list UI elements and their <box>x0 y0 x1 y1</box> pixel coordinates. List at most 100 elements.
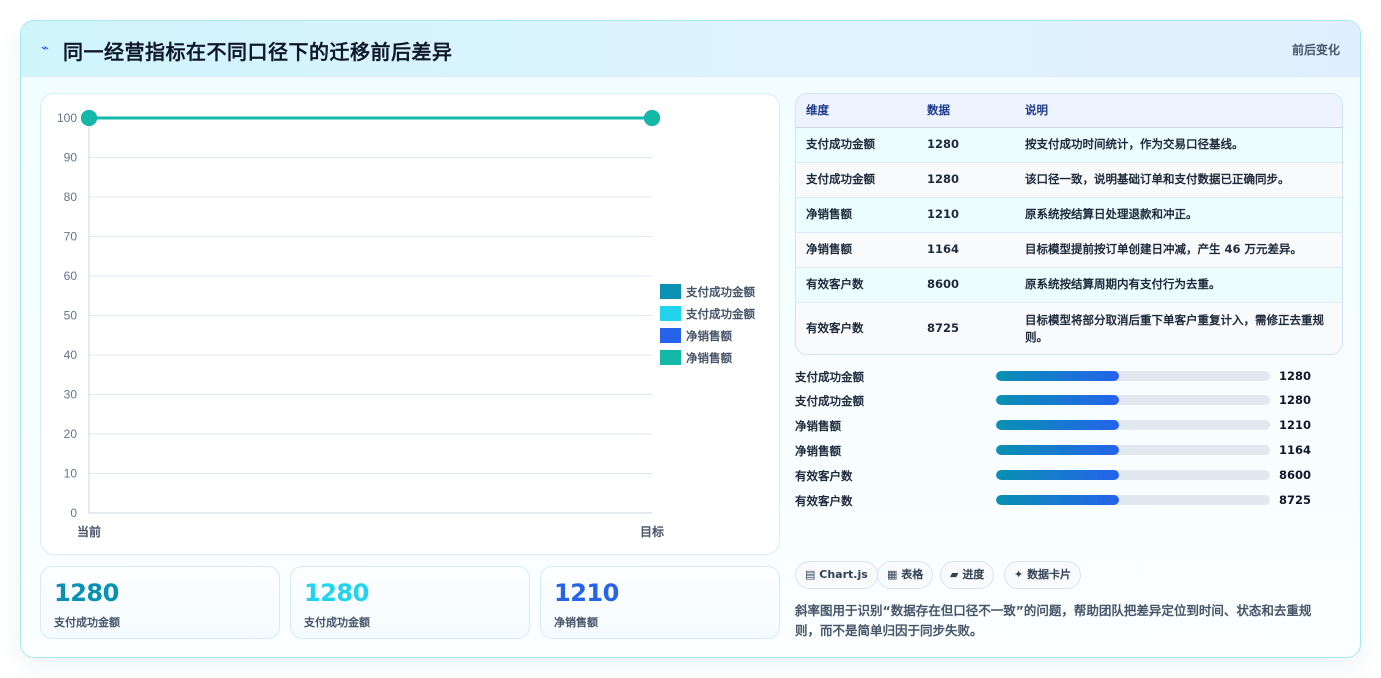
y-tick-label: 30 <box>64 388 78 402</box>
page-title: 同一经营指标在不同口径下的迁移前后差异 <box>63 40 453 64</box>
table-row: 净销售额 1164 目标模型提前按订单创建日冲减，产生 46 万元差异。 <box>796 231 1342 267</box>
tag-progress[interactable]: ▰ 进度 <box>940 561 995 589</box>
cell-value: 8725 <box>927 301 1025 354</box>
tag-label: 数据卡片 <box>1027 568 1072 581</box>
cell-dimension: 净销售额 <box>796 196 927 232</box>
cell-dimension: 有效客户数 <box>796 301 927 354</box>
slope-chart: 0 10 20 30 40 50 60 70 80 90 100 当前 目标 支付成功金额 支付成功金额 净销… <box>40 93 780 555</box>
progress-track <box>996 371 1270 381</box>
kpi-card: 1280 支付成功金额 <box>40 566 280 639</box>
progress-fill <box>996 495 1120 505</box>
progress-value: 1164 <box>1279 443 1312 457</box>
progress-row: 净销售额 1164 <box>795 441 1345 461</box>
x-tick-label: 当前 <box>77 524 101 539</box>
progress-fill <box>996 395 1120 405</box>
data-table: 维度 数据 说明 支付成功金额 1280 按支付成功时间统计，作为交易口径基线。… <box>795 93 1343 355</box>
y-tick-label: 10 <box>64 467 78 481</box>
cell-description: 原系统按结算日处理退款和冲正。 <box>1025 196 1342 232</box>
progress-fill <box>996 371 1120 381</box>
progress-value: 1210 <box>1279 418 1312 432</box>
progress-track <box>996 445 1270 455</box>
y-tick-label: 60 <box>64 269 78 283</box>
kpi-label: 支付成功金额 <box>54 616 120 629</box>
tag-label: 进度 <box>962 568 985 581</box>
kpi-card: 1280 支付成功金额 <box>290 566 530 639</box>
progress-track <box>996 395 1270 405</box>
x-tick-label: 目标 <box>640 524 664 539</box>
tag-data-card[interactable]: ✦ 数据卡片 <box>1004 561 1082 589</box>
legend-label: 支付成功金额 <box>685 285 755 299</box>
series-point <box>644 110 660 126</box>
progress-fill <box>996 470 1120 480</box>
cell-value: 1280 <box>927 126 1025 162</box>
progress-track <box>996 420 1270 430</box>
cell-description: 目标模型提前按订单创建日冲减，产生 46 万元差异。 <box>1025 231 1342 267</box>
y-tick-label: 40 <box>64 348 78 362</box>
progress-label: 支付成功金额 <box>795 394 864 408</box>
kpi-value: 1280 <box>304 579 369 607</box>
cell-dimension: 有效客户数 <box>796 266 927 302</box>
progress-track <box>996 495 1270 505</box>
cell-description: 目标模型将部分取消后重下单客户重复计入，需修正去重规则。 <box>1025 301 1342 354</box>
legend-label: 支付成功金额 <box>685 307 755 321</box>
progress-label: 净销售额 <box>795 444 841 458</box>
cell-value: 1280 <box>927 161 1025 197</box>
progress-icon: ▰ <box>950 568 959 581</box>
cell-value: 8600 <box>927 266 1025 302</box>
kpi-value: 1210 <box>554 579 619 607</box>
progress-value: 1280 <box>1279 369 1312 383</box>
legend-swatch <box>660 350 681 365</box>
kpi-label: 支付成功金额 <box>304 616 370 629</box>
progress-value: 1280 <box>1279 393 1312 407</box>
progress-label: 支付成功金额 <box>795 370 864 384</box>
legend-label: 净销售额 <box>686 329 732 343</box>
legend-swatch <box>660 328 681 343</box>
table-row: 有效客户数 8600 原系统按结算周期内有支付行为去重。 <box>796 266 1342 302</box>
column-header-dimension[interactable]: 维度 <box>796 94 927 128</box>
table-icon: ▦ <box>887 568 898 581</box>
progress-row: 有效客户数 8725 <box>795 491 1345 511</box>
progress-label: 有效客户数 <box>795 469 853 483</box>
slope-chart-svg: 0 10 20 30 40 50 60 70 80 90 100 当前 目标 支付成功金额支付成功金额净销… <box>57 110 755 539</box>
progress-label: 净销售额 <box>795 419 841 433</box>
y-tick-label: 50 <box>64 309 78 323</box>
table-header-row: 维度 数据 说明 <box>796 94 1342 128</box>
progress-fill <box>996 445 1120 455</box>
cell-description: 该口径一致，说明基础订单和支付数据已正确同步。 <box>1025 161 1342 197</box>
table-row: 支付成功金额 1280 该口径一致，说明基础订单和支付数据已正确同步。 <box>796 161 1342 197</box>
sparkle-icon: ✦ <box>1014 568 1024 581</box>
progress-label: 有效客户数 <box>795 494 853 508</box>
chart-note: 斜率图用于识别“数据存在但口径不一致”的问题，帮助团队把差异定位到时间、状态和去… <box>795 603 1312 638</box>
legend-label: 净销售额 <box>686 351 732 365</box>
pulse-icon: ⌁ <box>41 41 49 56</box>
table-row: 支付成功金额 1280 按支付成功时间统计，作为交易口径基线。 <box>796 126 1342 162</box>
column-header-description[interactable]: 说明 <box>1025 94 1342 128</box>
card-header: ⌁ 同一经营指标在不同口径下的迁移前后差异 前后变化 <box>21 21 1360 77</box>
y-tick-label: 100 <box>57 111 77 125</box>
legend-swatch <box>660 306 681 321</box>
tag-table[interactable]: ▦ 表格 <box>877 561 934 589</box>
metric-comparison-card: ⌁ 同一经营指标在不同口径下的迁移前后差异 前后变化 0 10 20 30 40 50 60… <box>20 20 1361 658</box>
chart-icon: ▤ <box>805 568 816 581</box>
cell-dimension: 支付成功金额 <box>796 161 927 197</box>
column-header-value[interactable]: 数据 <box>927 94 1025 128</box>
progress-value: 8725 <box>1279 493 1312 507</box>
cell-value: 1164 <box>927 231 1025 267</box>
y-tick-label: 80 <box>64 190 78 204</box>
progress-row: 净销售额 1210 <box>795 416 1345 436</box>
header-badge: 前后变化 <box>1291 43 1340 57</box>
tag-chartjs[interactable]: ▤ Chart.js <box>795 561 878 589</box>
cell-value: 1210 <box>927 196 1025 232</box>
progress-row: 有效客户数 8600 <box>795 466 1345 486</box>
y-tick-label: 70 <box>64 230 78 244</box>
progress-row: 支付成功金额 1280 <box>795 391 1345 411</box>
table-row: 净销售额 1210 原系统按结算日处理退款和冲正。 <box>796 196 1342 232</box>
progress-value: 8600 <box>1279 468 1312 482</box>
tag-label: 表格 <box>901 568 924 581</box>
legend-swatch <box>660 284 681 299</box>
tag-label: Chart.js <box>819 568 868 581</box>
cell-description: 原系统按结算周期内有支付行为去重。 <box>1025 266 1342 302</box>
y-tick-label: 90 <box>64 151 78 165</box>
table-row: 有效客户数 8725 目标模型将部分取消后重下单客户重复计入，需修正去重规则。 <box>796 301 1342 354</box>
series-point <box>81 110 97 126</box>
